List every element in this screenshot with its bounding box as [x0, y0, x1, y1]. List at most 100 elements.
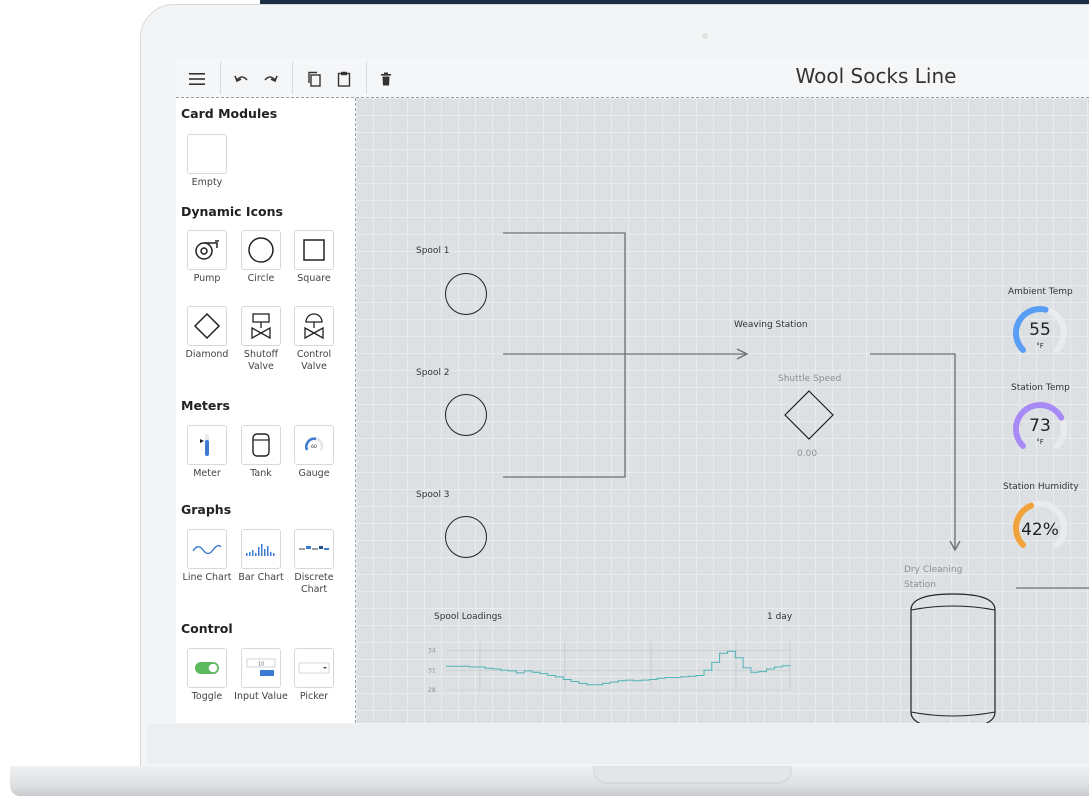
palette-item-line-chart[interactable]	[187, 529, 227, 569]
y-tick-label: 34	[428, 648, 436, 655]
square-icon	[303, 239, 325, 261]
palette-item-label: Empty	[191, 177, 223, 188]
palette-item-circle[interactable]	[241, 230, 281, 270]
trash-icon[interactable]	[372, 65, 400, 93]
gauge-unit: °F	[1036, 438, 1044, 446]
hamburger-menu-icon[interactable]	[183, 65, 211, 93]
palette-item-gauge[interactable]: 60	[294, 425, 334, 465]
control-valve-icon	[304, 313, 324, 340]
app-screen: Wool Socks Line Card Modules Empty Dynam…	[176, 59, 1089, 723]
laptop-base	[10, 766, 1089, 796]
palette-item-label: Picker	[299, 691, 329, 702]
palette-item-bar-chart[interactable]	[241, 529, 281, 569]
ambient-temp-gauge: 55 °F	[1005, 301, 1075, 361]
station-temp-label: Station Temp	[1011, 383, 1070, 393]
palette-item-square[interactable]	[294, 230, 334, 270]
palette-item-label: Meter	[193, 468, 221, 479]
palette-item-empty[interactable]	[187, 134, 227, 174]
spool-2-label: Spool 2	[416, 368, 450, 378]
pump-icon	[195, 240, 219, 260]
gauge-icon: 60	[304, 436, 324, 451]
laptop-base-notch	[593, 766, 792, 784]
undo-icon[interactable]	[228, 65, 256, 93]
module-palette-sidebar: Card Modules Empty Dynamic Icons Pump Ci…	[176, 98, 356, 723]
spool-1-label: Spool 1	[416, 246, 450, 256]
shuttle-speed-value: 0.00	[797, 449, 818, 459]
input-value-icon: 10	[246, 658, 276, 676]
toolbar-divider	[220, 61, 221, 94]
gauge-icon-value: 60	[311, 444, 317, 450]
spool-loadings-chart: 34 31 28	[428, 642, 791, 694]
chart-range-label: 1 day	[767, 612, 793, 622]
palette-item-picker[interactable]	[294, 648, 334, 688]
spool-2-circle[interactable]	[445, 394, 487, 436]
webcam-dot	[702, 33, 708, 39]
gauge-value: 42%	[1021, 520, 1059, 540]
gauge-value: 73	[1029, 416, 1051, 436]
laptop-bezel-bottom	[147, 724, 1089, 764]
palette-item-label: Pump	[193, 273, 221, 284]
weaving-station-label: Weaving Station	[734, 320, 808, 330]
circle-icon	[248, 237, 274, 263]
station-humidity-label: Station Humidity	[1003, 482, 1079, 492]
palette-item-shutoff-valve[interactable]	[241, 306, 281, 346]
gauge-unit: °F	[1036, 342, 1044, 350]
dry-cleaning-tank[interactable]	[909, 592, 999, 723]
dry-cleaning-station-label: Dry Cleaning Station	[904, 565, 963, 590]
palette-item-label: Bar Chart	[238, 572, 284, 583]
discrete-chart-icon	[299, 546, 329, 550]
section-heading-control: Control	[181, 621, 233, 636]
page-title: Wool Socks Line	[795, 64, 957, 88]
palette-item-label: Gauge	[298, 468, 330, 479]
section-heading-graphs: Graphs	[181, 502, 232, 517]
palette-item-discrete-chart[interactable]	[294, 529, 334, 569]
shuttle-speed-label: Shuttle Speed	[778, 374, 842, 384]
toolbar-divider	[292, 61, 293, 94]
shutoff-valve-icon	[251, 313, 271, 340]
gauge-value: 55	[1029, 320, 1051, 340]
bar-chart-icon	[246, 544, 275, 556]
series-line	[446, 650, 791, 686]
palette-item-tank[interactable]	[241, 425, 281, 465]
line-chart-icon	[192, 544, 222, 555]
palette-item-label: Toggle	[191, 691, 223, 702]
palette-item-input-value[interactable]: 10	[241, 648, 281, 688]
y-tick-label: 31	[428, 667, 436, 674]
tank-icon	[252, 433, 270, 457]
palette-item-label: Discrete Chart	[294, 572, 334, 595]
input-value-icon-text: 10	[258, 662, 264, 668]
diamond-icon	[193, 312, 221, 340]
palette-item-meter[interactable]	[187, 425, 227, 465]
palette-item-label: Circle	[247, 273, 275, 284]
toolbar-divider	[366, 61, 367, 94]
palette-item-pump[interactable]	[187, 230, 227, 270]
spool-3-circle[interactable]	[445, 516, 487, 558]
palette-item-label: Diamond	[185, 349, 229, 360]
palette-item-label: Shutoff Valve	[243, 349, 279, 372]
spool-3-label: Spool 3	[416, 490, 450, 500]
toolbar: Wool Socks Line	[176, 59, 1089, 98]
station-humidity-gauge: 42%	[1005, 496, 1075, 556]
palette-item-label: Input Value	[234, 691, 288, 702]
palette-item-toggle[interactable]	[187, 648, 227, 688]
copy-icon[interactable]	[300, 65, 328, 93]
palette-item-label: Tank	[250, 468, 272, 479]
chart-title: Spool Loadings	[434, 612, 502, 622]
y-tick-label: 28	[428, 687, 436, 694]
ambient-temp-label: Ambient Temp	[1008, 287, 1073, 297]
palette-item-control-valve[interactable]	[294, 306, 334, 346]
diagram-canvas[interactable]: Spool 1 Spool 2 Spool 3 Weaving Station …	[356, 98, 1089, 723]
meter-icon	[200, 434, 209, 456]
spool-1-circle[interactable]	[445, 273, 487, 315]
redo-icon[interactable]	[256, 65, 284, 93]
section-heading-dynamic-icons: Dynamic Icons	[181, 204, 283, 219]
toggle-icon	[195, 662, 219, 674]
palette-item-diamond[interactable]	[187, 306, 227, 346]
station-temp-gauge: 73 °F	[1005, 397, 1075, 457]
paste-icon[interactable]	[330, 65, 358, 93]
weaving-station-diamond[interactable]	[783, 389, 835, 441]
palette-item-label: Square	[297, 273, 331, 284]
picker-icon	[298, 662, 330, 674]
section-heading-meters: Meters	[181, 398, 230, 413]
palette-item-label: Control Valve	[296, 349, 332, 372]
